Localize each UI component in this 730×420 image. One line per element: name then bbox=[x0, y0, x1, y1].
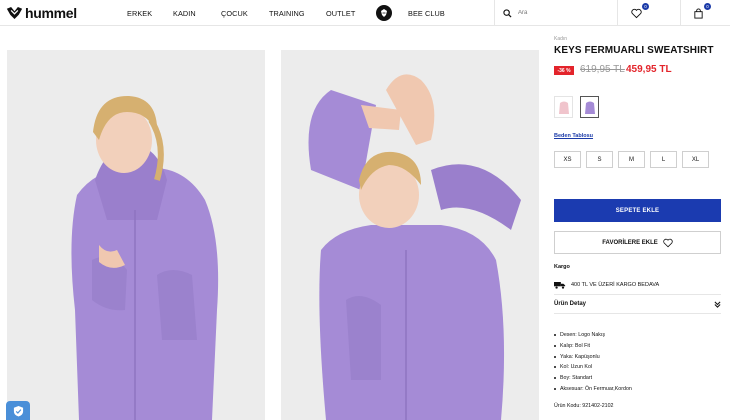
product-details-toggle[interactable]: Ürün Detay bbox=[554, 294, 721, 314]
size-option-xs[interactable]: XS bbox=[554, 151, 581, 168]
detail-item: Desen: Logo Nakış bbox=[554, 330, 632, 341]
cart-button[interactable]: 0 bbox=[693, 3, 711, 20]
size-option-s[interactable]: S bbox=[586, 151, 613, 168]
header-divider bbox=[680, 0, 681, 26]
site-header: hummel ERKEK KADIN ÇOCUK TRAINING OUTLET… bbox=[0, 0, 730, 26]
search-box[interactable] bbox=[494, 0, 618, 26]
product-photo-1[interactable] bbox=[7, 50, 265, 420]
product-photo-2[interactable] bbox=[281, 50, 539, 420]
search-input[interactable] bbox=[518, 10, 608, 16]
pink-variant-thumbnail bbox=[558, 101, 569, 114]
product-details-title: Ürün Detay bbox=[554, 301, 587, 307]
brand-logo[interactable]: hummel bbox=[6, 4, 77, 22]
double-chevron-down-icon bbox=[714, 301, 721, 308]
model-front-image bbox=[7, 50, 265, 420]
size-option-xl[interactable]: XL bbox=[682, 151, 709, 168]
size-option-m[interactable]: M bbox=[618, 151, 645, 168]
privacy-shield-button[interactable] bbox=[6, 401, 30, 420]
add-to-cart-button[interactable]: SEPETE EKLE bbox=[554, 199, 721, 222]
hummel-bee-icon bbox=[6, 7, 23, 19]
size-chart-link[interactable]: Beden Tablosu bbox=[554, 133, 593, 139]
shopping-bag-icon bbox=[694, 8, 703, 19]
purple-variant-thumbnail bbox=[584, 101, 595, 114]
sale-price: 459,95 TL bbox=[626, 64, 672, 75]
nav-item-outlet[interactable]: OUTLET bbox=[326, 0, 355, 26]
search-icon bbox=[503, 8, 512, 18]
old-price: 619,95 TL bbox=[580, 64, 625, 75]
detail-item: Aksesuar: Ön Fermuar,Kordon bbox=[554, 383, 632, 394]
add-to-favorites-button[interactable]: FAVORİLERE EKLE bbox=[554, 231, 721, 254]
detail-item: Boy: Standart bbox=[554, 373, 632, 384]
favorites-button[interactable]: 0 bbox=[631, 3, 649, 20]
nav-item-training[interactable]: TRAINING bbox=[269, 0, 305, 26]
add-to-favorites-label: FAVORİLERE EKLE bbox=[602, 239, 658, 246]
brand-name: hummel bbox=[25, 5, 77, 21]
model-arm-raised-image bbox=[281, 50, 539, 420]
shipping-title: Kargo bbox=[554, 264, 570, 270]
bee-club-icon[interactable] bbox=[376, 5, 392, 21]
nav-item-erkek[interactable]: ERKEK bbox=[127, 0, 152, 26]
detail-item: Kol: Uzun Kol bbox=[554, 362, 632, 373]
size-option-l[interactable]: L bbox=[650, 151, 677, 168]
product-title: KEYS FERMUARLI SWEATSHIRT bbox=[554, 45, 714, 56]
cart-count-badge: 0 bbox=[704, 3, 711, 10]
product-details-list: Desen: Logo Nakış Kalıp: Bol Fit Yaka: K… bbox=[554, 330, 632, 394]
color-swatch-purple[interactable] bbox=[580, 96, 599, 118]
discount-badge: -36 % bbox=[554, 66, 574, 75]
heart-icon bbox=[663, 238, 673, 247]
nav-item-kadin[interactable]: KADIN bbox=[173, 0, 196, 26]
product-code: Ürün Kodu: 921402-2102 bbox=[554, 403, 614, 409]
size-selector: XS S M L XL bbox=[554, 151, 709, 168]
favorites-count-badge: 0 bbox=[642, 3, 649, 10]
detail-item: Kalıp: Bol Fit bbox=[554, 341, 632, 352]
nav-item-bee-club[interactable]: BEE CLUB bbox=[408, 0, 445, 26]
detail-item: Yaka: Kapüşonlu bbox=[554, 351, 632, 362]
truck-icon bbox=[554, 282, 566, 289]
breadcrumb[interactable]: Kadın bbox=[554, 36, 567, 42]
nav-item-cocuk[interactable]: ÇOCUK bbox=[221, 0, 248, 26]
heart-icon bbox=[631, 8, 642, 19]
color-swatch-pink[interactable] bbox=[554, 96, 573, 118]
shield-check-icon bbox=[13, 405, 23, 416]
shipping-info: 400 TL VE ÜZERİ KARGO BEDAVA bbox=[554, 281, 659, 289]
shipping-text: 400 TL VE ÜZERİ KARGO BEDAVA bbox=[571, 282, 660, 288]
